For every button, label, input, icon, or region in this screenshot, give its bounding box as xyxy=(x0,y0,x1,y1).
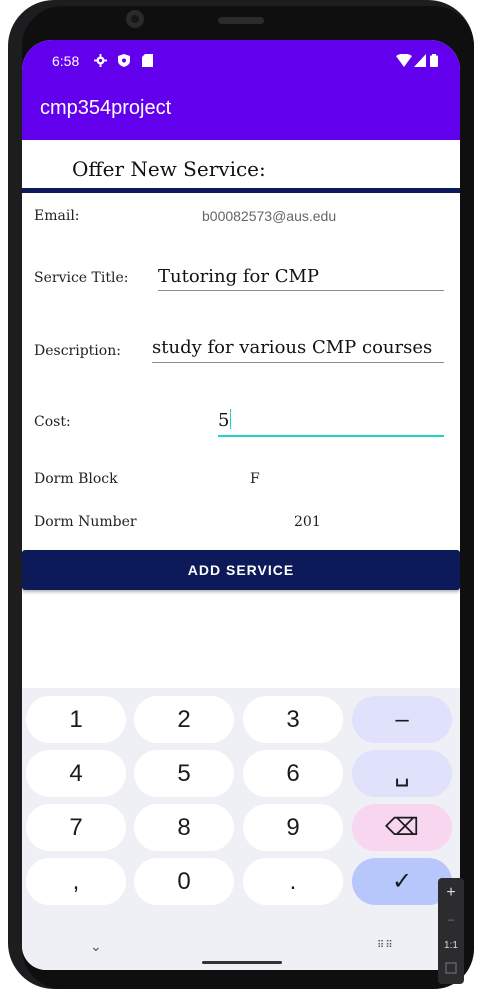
service-title-label: Service Title: xyxy=(34,270,129,286)
front-camera-icon xyxy=(126,10,144,28)
zoom-out-icon[interactable]: – xyxy=(438,912,464,926)
page-title: Offer New Service: xyxy=(72,157,266,181)
app-bar: cmp354project xyxy=(22,84,460,140)
keyboard-nav-bar: ⌄ ⠿⠿ xyxy=(22,928,460,970)
key-1[interactable]: 1 xyxy=(26,696,126,743)
key-8[interactable]: 8 xyxy=(134,804,234,851)
period-key[interactable]: . xyxy=(243,858,343,905)
header-divider xyxy=(22,188,460,193)
status-time: 6:58 xyxy=(52,53,80,69)
speaker-grille xyxy=(218,17,264,24)
text-cursor xyxy=(230,409,232,429)
fit-screen-icon[interactable] xyxy=(438,962,464,977)
cost-input[interactable]: 5 xyxy=(218,409,444,431)
home-indicator[interactable] xyxy=(202,961,282,964)
cost-underline xyxy=(218,435,444,437)
app-title: cmp354project xyxy=(40,97,172,119)
zoom-ratio-label[interactable]: 1:1 xyxy=(438,940,464,951)
service-title-input[interactable]: Tutoring for CMP xyxy=(158,266,444,287)
signal-icon xyxy=(414,54,426,70)
key-3[interactable]: 3 xyxy=(243,696,343,743)
backspace-key[interactable]: ⌫ xyxy=(352,804,452,851)
email-value: b00082573@aus.edu xyxy=(202,208,337,224)
cost-value: 5 xyxy=(218,410,230,431)
description-input[interactable]: study for various CMP courses xyxy=(152,337,444,358)
comma-key[interactable]: , xyxy=(26,858,126,905)
key-9[interactable]: 9 xyxy=(243,804,343,851)
minus-key[interactable]: – xyxy=(352,696,452,743)
screen: 6:58 cmp354project Offer New Service: Em… xyxy=(22,40,460,970)
dorm-block-label: Dorm Block xyxy=(34,471,118,487)
battery-icon xyxy=(430,54,438,70)
dorm-number-label: Dorm Number xyxy=(34,514,137,530)
key-6[interactable]: 6 xyxy=(243,750,343,797)
space-key[interactable]: ␣ xyxy=(352,750,452,797)
emulator-zoom-panel: + – 1:1 xyxy=(438,878,464,984)
key-2[interactable]: 2 xyxy=(134,696,234,743)
chevron-down-icon[interactable]: ⌄ xyxy=(90,938,102,955)
description-value: study for various CMP courses xyxy=(152,337,433,358)
description-label: Description: xyxy=(34,343,121,359)
checkmark-icon: ✓ xyxy=(391,868,413,895)
gear-icon xyxy=(94,54,107,70)
service-title-underline xyxy=(158,290,444,291)
device-frame: 6:58 cmp354project Offer New Service: Em… xyxy=(0,0,482,989)
space-icon: ␣ xyxy=(394,760,410,787)
keyboard-switch-icon[interactable]: ⠿⠿ xyxy=(377,940,394,951)
shield-icon xyxy=(118,54,130,70)
zoom-in-icon[interactable]: + xyxy=(438,884,464,902)
done-key[interactable]: ✓ xyxy=(352,858,452,905)
wifi-icon xyxy=(396,53,412,70)
numeric-keyboard: 1 2 3 – 4 5 6 ␣ 7 8 9 ⌫ , 0 . ✓ ⌄ ⠿⠿ xyxy=(22,688,460,970)
key-4[interactable]: 4 xyxy=(26,750,126,797)
add-service-button[interactable]: ADD SERVICE xyxy=(22,550,460,590)
key-0[interactable]: 0 xyxy=(134,858,234,905)
key-5[interactable]: 5 xyxy=(134,750,234,797)
description-underline xyxy=(152,362,444,363)
status-bar: 6:58 xyxy=(22,40,460,84)
backspace-icon: ⌫ xyxy=(385,814,419,841)
dorm-block-value: F xyxy=(250,471,260,487)
sd-card-icon xyxy=(142,54,153,70)
email-label: Email: xyxy=(34,208,80,224)
dorm-number-value: 201 xyxy=(294,514,321,530)
key-7[interactable]: 7 xyxy=(26,804,126,851)
cost-label: Cost: xyxy=(34,414,71,430)
